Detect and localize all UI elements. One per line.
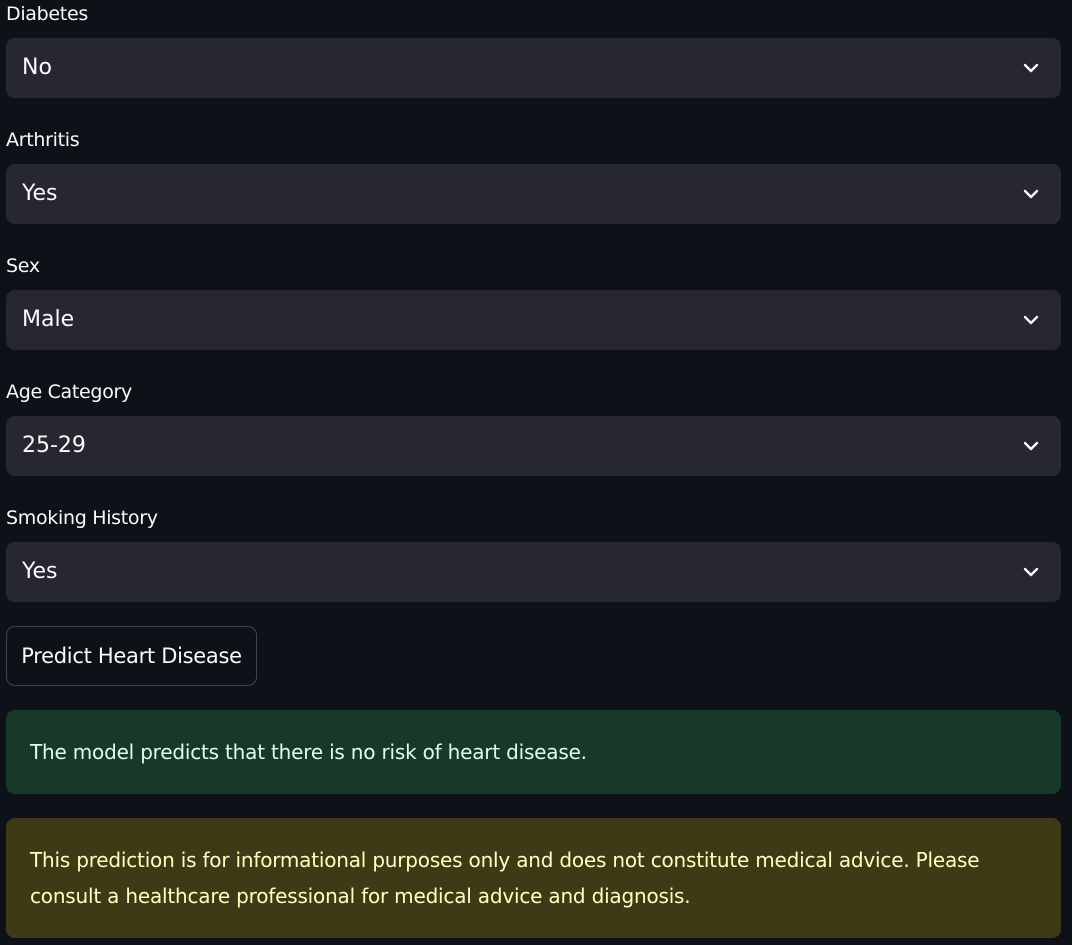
smoking-history-label: Smoking History	[6, 507, 158, 529]
age-category-selected-value: 25-29	[22, 433, 86, 458]
smoking-history-selected-value: Yes	[22, 559, 58, 584]
arthritis-label: Arthritis	[6, 129, 80, 151]
smoking-history-select[interactable]: Yes	[6, 542, 1061, 602]
arthritis-select[interactable]: Yes	[6, 164, 1061, 224]
chevron-down-icon	[1023, 567, 1039, 577]
sex-label: Sex	[6, 255, 40, 277]
warning-alert: This prediction is for informational pur…	[6, 818, 1061, 938]
age-category-select[interactable]: 25-29	[6, 416, 1061, 476]
success-alert: The model predicts that there is no risk…	[6, 710, 1061, 794]
predict-heart-disease-button[interactable]: Predict Heart Disease	[6, 626, 257, 686]
warning-message: This prediction is for informational pur…	[30, 848, 980, 908]
chevron-down-icon	[1023, 441, 1039, 451]
sex-selected-value: Male	[22, 307, 75, 332]
chevron-down-icon	[1023, 189, 1039, 199]
diabetes-select[interactable]: No	[6, 38, 1061, 98]
prediction-form-page: Diabetes No Arthritis Yes Sex Male Age C…	[0, 0, 1072, 945]
diabetes-selected-value: No	[22, 55, 52, 80]
chevron-down-icon	[1023, 315, 1039, 325]
success-message: The model predicts that there is no risk…	[30, 740, 587, 764]
sex-select[interactable]: Male	[6, 290, 1061, 350]
age-category-label: Age Category	[6, 381, 132, 403]
arthritis-selected-value: Yes	[22, 181, 58, 206]
chevron-down-icon	[1023, 63, 1039, 73]
diabetes-label: Diabetes	[6, 3, 88, 25]
